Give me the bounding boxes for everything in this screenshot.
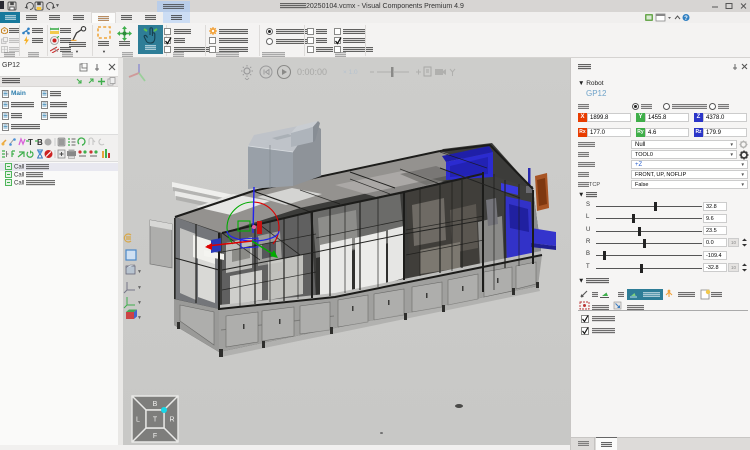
svg-text:T: T — [28, 138, 33, 147]
svg-text:▼: ▼ — [137, 269, 141, 275]
svg-text:▼: ▼ — [137, 285, 141, 291]
svg-text:F: F — [153, 433, 157, 440]
svg-text:0:00:00: 0:00:00 — [297, 67, 327, 77]
svg-text:× 1.0: × 1.0 — [343, 69, 358, 76]
svg-text:?: ? — [684, 16, 688, 22]
svg-text:▼: ▼ — [137, 300, 141, 306]
svg-text:L: L — [136, 417, 140, 424]
svg-text:B: B — [37, 138, 43, 147]
svg-text:T: T — [153, 417, 158, 424]
svg-text:▼: ▼ — [137, 315, 141, 321]
svg-text:R: R — [169, 417, 174, 424]
svg-text:B: B — [153, 401, 158, 408]
